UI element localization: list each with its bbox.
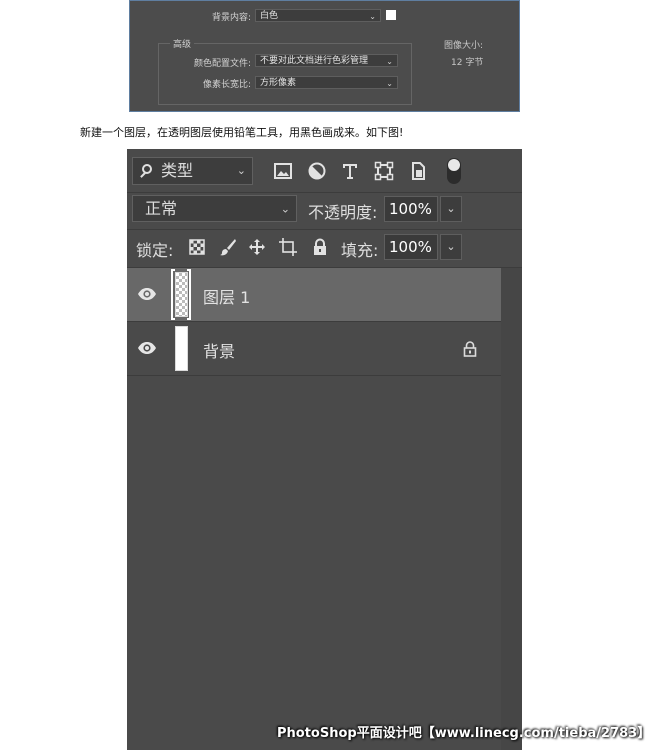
layer-row-layer-1[interactable]: 图层 1 <box>127 268 501 321</box>
watermark-text: PhotoShop平面设计吧【www.linecg.com/tieba/2783… <box>277 726 651 741</box>
chevron-down-icon: ⌄ <box>369 12 376 21</box>
adjustment-filter-icon[interactable] <box>307 161 327 181</box>
background-contents-value: 白色 <box>260 11 279 21</box>
lock-label: 锁定: <box>136 241 174 260</box>
blend-mode-select[interactable]: 正常 ⌄ <box>132 195 297 222</box>
background-color-swatch[interactable] <box>386 10 396 20</box>
search-icon <box>142 164 152 174</box>
toggle-knob <box>448 159 460 171</box>
lock-transparent-pixels-icon[interactable] <box>188 238 206 256</box>
color-profile-select[interactable]: 不要对此文档进行色彩管理 ⌄ <box>255 54 398 67</box>
selection-bracket-right <box>187 269 191 320</box>
layers-panel: 类型 ⌄ 正常 ⌄ 不透明度: 100% ⌄ 锁定: 填充: 100% ⌄ 图层… <box>127 149 522 750</box>
filter-kind-select[interactable]: 类型 ⌄ <box>132 157 253 185</box>
pixel-aspect-select[interactable]: 方形像素 ⌄ <box>255 76 398 89</box>
chevron-down-icon: ⌄ <box>386 57 393 66</box>
lock-icon[interactable] <box>463 341 477 357</box>
type-filter-icon[interactable] <box>340 161 360 181</box>
layer-name[interactable]: 图层 1 <box>203 284 250 308</box>
instruction-text: 新建一个图层，在透明图层使用铅笔工具，用黑色画成来。如下图! <box>80 126 404 139</box>
fill-label: 填充: <box>341 241 379 260</box>
divider <box>127 229 522 230</box>
chevron-down-icon: ⌄ <box>446 202 456 215</box>
opacity-dropdown-button[interactable]: ⌄ <box>440 196 462 222</box>
chevron-down-icon: ⌄ <box>446 240 456 253</box>
pixel-aspect-value: 方形像素 <box>260 78 297 88</box>
image-filter-icon[interactable] <box>273 161 293 181</box>
lock-all-icon[interactable] <box>311 238 329 256</box>
divider <box>127 375 501 376</box>
layer-row-background[interactable]: 背景 <box>127 322 501 375</box>
background-contents-label: 背景内容: <box>211 13 251 23</box>
opacity-input[interactable]: 100% <box>384 196 438 222</box>
color-profile-label: 颜色配置文件: <box>193 59 251 69</box>
lock-image-pixels-icon[interactable] <box>219 238 237 256</box>
fill-dropdown-button[interactable]: ⌄ <box>440 234 462 260</box>
layers-list: 图层 1 背景 <box>127 268 522 750</box>
pixel-aspect-label: 像素长宽比: <box>202 80 251 90</box>
lock-artboard-icon[interactable] <box>279 238 297 256</box>
shape-filter-icon[interactable] <box>374 161 394 181</box>
lock-position-icon[interactable] <box>248 238 266 256</box>
chevron-down-icon: ⌄ <box>280 202 290 215</box>
background-contents-select[interactable]: 白色 ⌄ <box>255 9 381 22</box>
eye-icon[interactable] <box>137 340 157 356</box>
opacity-label: 不透明度: <box>308 203 378 222</box>
advanced-label: 高级 <box>170 37 195 50</box>
filter-toggle-switch[interactable] <box>447 158 461 184</box>
layer-name[interactable]: 背景 <box>203 338 235 362</box>
eye-icon[interactable] <box>137 286 157 302</box>
smart-object-filter-icon[interactable] <box>408 161 428 181</box>
chevron-down-icon: ⌄ <box>236 164 246 177</box>
advanced-group <box>158 43 412 105</box>
blend-mode-value: 正常 <box>145 199 178 218</box>
image-size-value: 12 字节 <box>451 58 484 68</box>
new-document-dialog: 背景内容: 白色 ⌄ 高级 颜色配置文件: 不要对此文档进行色彩管理 ⌄ 像素长… <box>129 0 520 112</box>
chevron-down-icon: ⌄ <box>386 79 393 88</box>
image-size-label: 图像大小: <box>444 41 484 51</box>
fill-input[interactable]: 100% <box>384 234 438 260</box>
scrollbar[interactable] <box>501 268 522 750</box>
divider <box>127 192 522 193</box>
color-profile-value: 不要对此文档进行色彩管理 <box>260 56 369 66</box>
layer-thumbnail-white <box>175 326 188 371</box>
filter-kind-value: 类型 <box>161 161 194 180</box>
